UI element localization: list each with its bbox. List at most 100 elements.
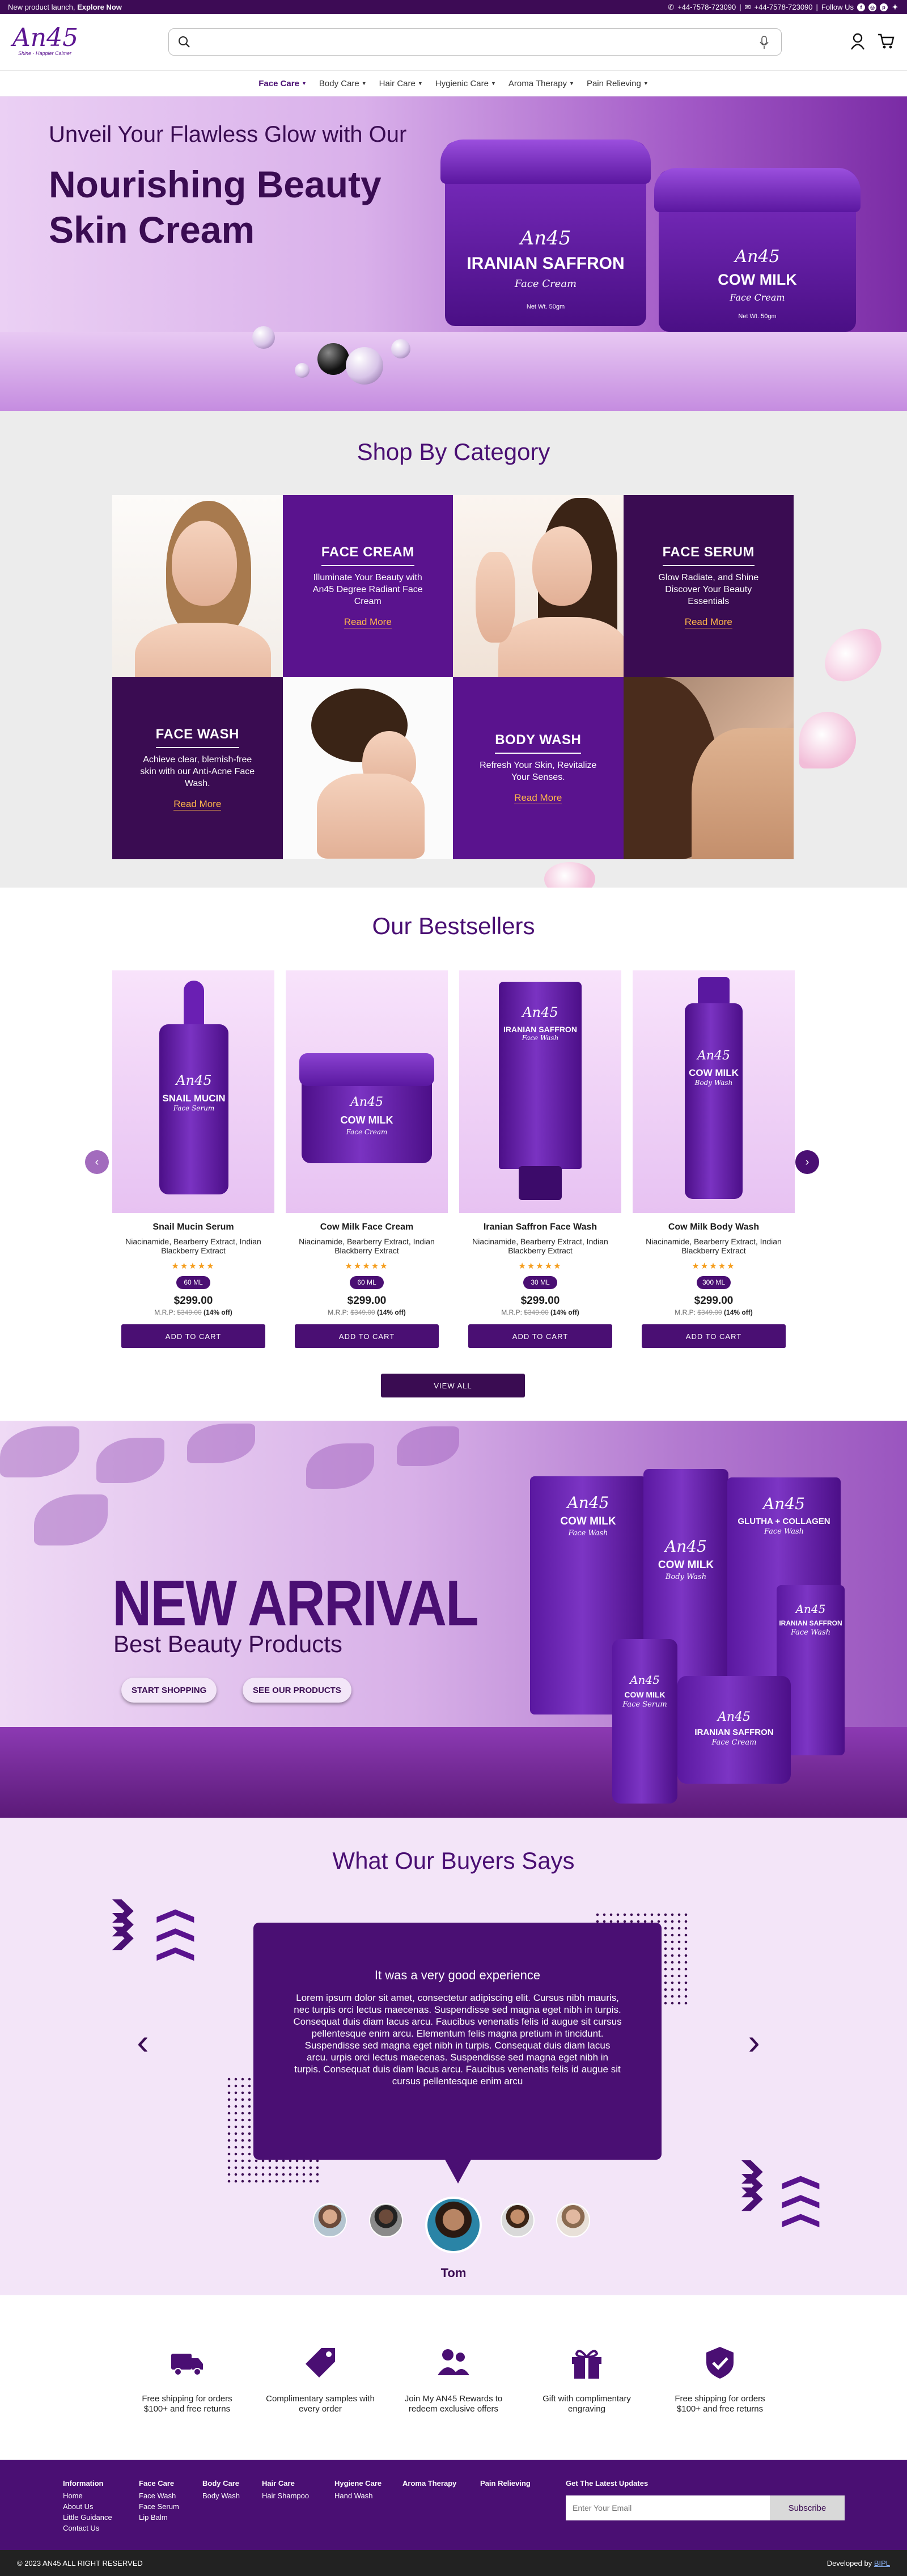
see-our-products-button[interactable]: SEE OUR PRODUCTS — [243, 1678, 351, 1703]
facebook-icon[interactable]: f — [857, 3, 865, 11]
product-name[interactable]: Iranian Saffron Face Wash — [459, 1222, 621, 1232]
footer-column-title[interactable]: Aroma Therapy — [402, 2478, 456, 2489]
product-name[interactable]: Snail Mucin Serum — [112, 1222, 274, 1232]
footer-column-title[interactable]: Pain Relieving — [480, 2478, 531, 2489]
read-more-link[interactable]: Read More — [344, 616, 392, 628]
footer-link[interactable]: Lip Balm — [139, 2512, 179, 2523]
footer-column-title: Face Care — [139, 2479, 175, 2488]
subscribe-button[interactable]: Subscribe — [770, 2495, 845, 2520]
category-tile-face-cream[interactable]: FACE CREAM Illuminate Your Beauty with A… — [282, 495, 453, 677]
account-icon[interactable] — [850, 33, 865, 50]
footer-link[interactable]: Face Serum — [139, 2501, 179, 2512]
footer-link[interactable]: Home — [63, 2490, 112, 2501]
newsletter-title: Get The Latest Updates — [566, 2479, 649, 2488]
label-type: Face Wash — [522, 1034, 559, 1042]
nav-face-care[interactable]: Face Care ▼ — [258, 79, 307, 88]
chevron-down-icon: ▼ — [491, 81, 496, 86]
chevron-decoration: ❯❯❯ — [107, 1897, 138, 1949]
footer-link[interactable]: Little Guidance — [63, 2512, 112, 2523]
testimonials-section: What Our Buyers Says ❯ ❯ ❯ ❯❯❯ ❯ ❯ ❯ ❯❯❯ ‹ ›… — [0, 1818, 907, 2295]
avatar[interactable] — [369, 2203, 403, 2237]
product-card[interactable]: An45 COW MILK Face Cream Cow Milk Face C… — [286, 970, 448, 1348]
read-more-link[interactable]: Read More — [684, 616, 732, 628]
carousel-prev-button[interactable]: ‹ — [85, 1150, 109, 1174]
footer-link[interactable]: Hair Shampoo — [262, 2490, 309, 2501]
read-more-link[interactable]: Read More — [514, 792, 562, 804]
testimonial-next-button[interactable]: › — [743, 2022, 765, 2062]
hero-banner[interactable]: Unveil Your Flawless Glow with Our Nouri… — [0, 96, 907, 411]
main-nav: Face Care ▼ Body Care ▼ Hair Care ▼ Hygieni… — [0, 71, 907, 96]
footer-link[interactable]: About Us — [63, 2501, 112, 2512]
microphone-icon[interactable] — [760, 36, 769, 49]
cart-icon[interactable] — [878, 33, 895, 49]
size-badge[interactable]: 60 ML — [176, 1276, 210, 1289]
add-to-cart-button[interactable]: ADD TO CART — [295, 1324, 439, 1348]
developer-link[interactable]: BIPL — [874, 2559, 890, 2567]
carousel-next-button[interactable]: › — [795, 1150, 819, 1174]
add-to-cart-button[interactable]: ADD TO CART — [121, 1324, 265, 1348]
nav-hair-care[interactable]: Hair Care ▼ — [379, 79, 423, 88]
section-title: Shop By Category — [357, 438, 550, 465]
footer-link[interactable]: Face Wash — [139, 2490, 179, 2501]
product-image[interactable]: An45 COW MILK Face Cream — [286, 970, 448, 1213]
email-field[interactable] — [566, 2495, 781, 2520]
avatar[interactable] — [556, 2203, 590, 2237]
search-icon[interactable] — [178, 36, 190, 48]
category-image-face-wash[interactable] — [282, 677, 453, 859]
label-brand: An45 — [763, 1494, 805, 1513]
product-card[interactable]: An45 SNAIL MUCIN Face Serum Snail Mucin … — [112, 970, 274, 1348]
pinterest-icon[interactable]: p — [880, 3, 888, 11]
phone-number[interactable]: +44-7578-723090 — [677, 3, 736, 11]
feature-text: Gift with complimentary engraving — [542, 2394, 631, 2414]
nav-aroma-therapy[interactable]: Aroma Therapy ▼ — [508, 79, 574, 88]
product-image[interactable]: An45 IRANIAN SAFFRON Face Wash — [459, 970, 621, 1213]
product-image[interactable]: An45 SNAIL MUCIN Face Serum — [112, 970, 274, 1213]
chevron-down-icon: ▼ — [361, 81, 367, 86]
read-more-link[interactable]: Read More — [173, 799, 222, 810]
view-all-button[interactable]: VIEW ALL — [381, 1374, 525, 1397]
category-description: Illuminate Your Beauty with An45 Degree … — [312, 572, 423, 606]
shop-by-category-section: Shop By Category FACE CREAM Illuminate Y… — [0, 411, 907, 888]
size-badge[interactable]: 300 ML — [697, 1276, 731, 1289]
add-to-cart-button[interactable]: ADD TO CART — [642, 1324, 786, 1348]
category-tile-body-wash[interactable]: BODY WASH Refresh Your Skin, Revitalize … — [453, 677, 624, 859]
twitter-icon[interactable]: ✦ — [891, 3, 899, 11]
category-grid: FACE CREAM Illuminate Your Beauty with A… — [112, 495, 794, 859]
category-tile-face-serum[interactable]: FACE SERUM Glow Radiate, and Shine Disco… — [623, 495, 794, 677]
size-badge[interactable]: 30 ML — [523, 1276, 557, 1289]
footer-link[interactable]: Hand Wash — [334, 2490, 382, 2501]
category-image-body-wash[interactable] — [623, 677, 794, 859]
search-input[interactable] — [197, 33, 741, 50]
instagram-icon[interactable]: ◎ — [868, 3, 876, 11]
category-tile-face-wash[interactable]: FACE WASH Achieve clear, blemish-free sk… — [112, 677, 283, 859]
nav-body-care[interactable]: Body Care ▼ — [319, 79, 367, 88]
footer-link[interactable]: Body Wash — [202, 2490, 240, 2501]
category-image-face-cream[interactable] — [112, 495, 283, 677]
product-card[interactable]: An45 COW MILK Body Wash Cow Milk Body Wa… — [633, 970, 795, 1348]
nav-hygienic-care[interactable]: Hygienic Care ▼ — [435, 79, 496, 88]
chevron-down-icon: ▼ — [301, 81, 307, 86]
contact-number[interactable]: +44-7578-723090 — [755, 3, 813, 11]
avatar[interactable] — [501, 2203, 535, 2237]
label-type: Face Cream — [346, 1128, 388, 1136]
jar-weight: Net Wt. 50gm — [526, 303, 565, 310]
feature-text: Free shipping for orders $100+ and free … — [142, 2394, 232, 2414]
testimonial-prev-button[interactable]: ‹ — [132, 2022, 154, 2062]
explore-now-link[interactable]: Explore Now — [77, 3, 122, 11]
product-card[interactable]: An45 IRANIAN SAFFRON Face Wash Iranian S… — [459, 970, 621, 1348]
logo[interactable]: An45 Shine · Happier Calmer — [12, 26, 98, 61]
product-name[interactable]: Cow Milk Body Wash — [633, 1222, 795, 1232]
product-name[interactable]: Cow Milk Face Cream — [286, 1222, 448, 1232]
avatar-active[interactable] — [425, 2197, 482, 2253]
footer-column-title: Information — [63, 2479, 104, 2488]
product-image[interactable]: An45 COW MILK Body Wash — [633, 970, 795, 1213]
footer-link[interactable]: Contact Us — [63, 2523, 112, 2533]
nav-pain-relieving[interactable]: Pain Relieving ▼ — [587, 79, 649, 88]
size-badge[interactable]: 60 ML — [350, 1276, 384, 1289]
announcement: New product launch, Explore Now — [8, 3, 122, 11]
category-image-face-serum[interactable] — [453, 495, 624, 677]
start-shopping-button[interactable]: START SHOPPING — [121, 1678, 217, 1703]
avatar[interactable] — [313, 2203, 347, 2237]
jar-lid — [654, 168, 861, 212]
add-to-cart-button[interactable]: ADD TO CART — [468, 1324, 612, 1348]
